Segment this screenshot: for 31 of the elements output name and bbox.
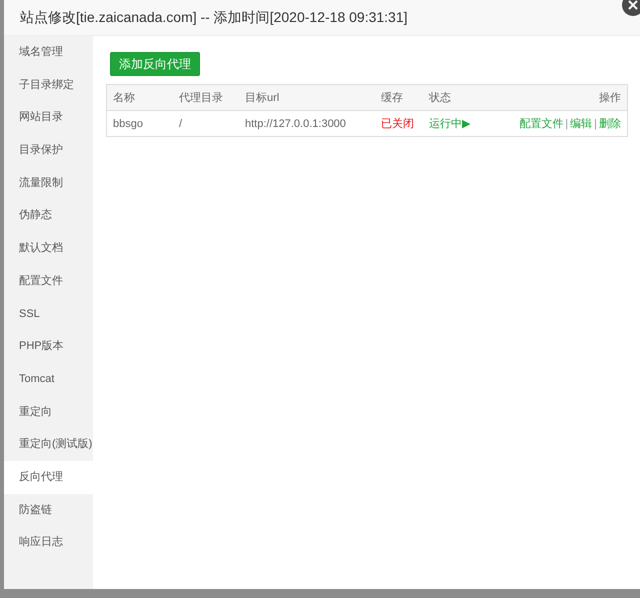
column-header: 状态: [429, 92, 451, 104]
cache-status: 已关闭: [381, 118, 414, 130]
sidebar-item[interactable]: SSL: [4, 298, 93, 330]
column-header: 目标url: [245, 92, 280, 104]
column-header: 代理目录: [179, 92, 223, 104]
column-header: 操作: [599, 92, 621, 104]
sidebar-item[interactable]: 网站目录: [4, 101, 93, 134]
sidebar-item[interactable]: 反向代理: [4, 460, 93, 494]
column-header: 缓存: [381, 92, 403, 104]
table-cell: bbsgo: [113, 118, 143, 130]
sidebar-item[interactable]: Tomcat: [4, 362, 93, 396]
sidebar-item[interactable]: 响应日志: [4, 526, 93, 559]
sidebar-item[interactable]: PHP版本: [4, 330, 93, 363]
sidebar-item[interactable]: 流量限制: [4, 166, 93, 200]
column-header: 名称: [113, 92, 135, 104]
sidebar-item[interactable]: 目录保护: [4, 134, 93, 167]
window-title: 站点修改[tie.zaicanada.com] -- 添加时间[2020-12-18 09:31:31]: [20, 8, 408, 26]
sidebar-item[interactable]: 默认文档: [4, 232, 93, 265]
separator: |: [594, 118, 597, 130]
run-status: 运行中▶: [429, 118, 470, 130]
sidebar-item[interactable]: 子目录绑定: [4, 68, 93, 102]
sidebar-item[interactable]: 防盗链: [4, 494, 93, 526]
sidebar-item[interactable]: 伪静态: [4, 199, 93, 232]
sidebar-item[interactable]: 重定向: [4, 396, 93, 428]
table-cell: /: [179, 118, 182, 130]
sidebar-item[interactable]: 配置文件: [4, 264, 93, 298]
sidebar-item[interactable]: 域名管理: [4, 36, 93, 69]
table-cell: http://127.0.0.1:3000: [245, 118, 346, 130]
separator: |: [565, 118, 568, 130]
action-link[interactable]: 编辑: [570, 118, 592, 130]
sidebar-item[interactable]: 重定向(测试版): [4, 428, 93, 461]
